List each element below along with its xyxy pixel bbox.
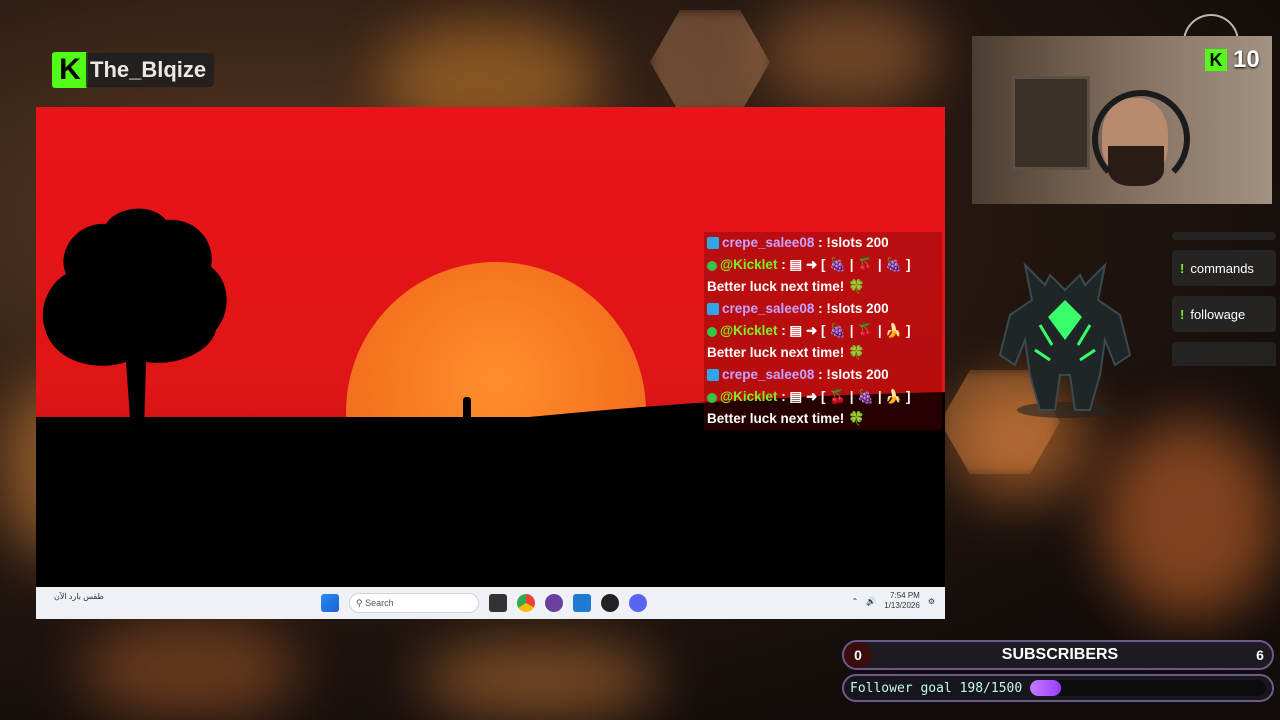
- chat-text: : ▤ ➜ [ 🍇 | 🍒 | 🍇 ]: [777, 257, 911, 272]
- app-icon[interactable]: [545, 594, 563, 612]
- follower-goal-label: Follower goal 198/1500: [850, 680, 1023, 696]
- chat-text: : ▤ ➜ [ 🍇 | 🍒 | 🍌 ]: [777, 323, 911, 338]
- search-icon: ⚲: [356, 597, 366, 608]
- headset-icon: [1092, 90, 1190, 188]
- clock-time: 7:54 PM: [890, 591, 920, 600]
- follower-goal-fill: [1030, 680, 1062, 696]
- room-window: [1012, 76, 1090, 170]
- chat-username: crepe_salee08: [722, 301, 815, 316]
- chat-username: crepe_salee08: [722, 235, 815, 250]
- chat-message: crepe_salee08 : !slots 200: [704, 232, 942, 254]
- windows-taskbar: طقس بارد الآن ⚲ Search ⌃ 🔊 7:54 PM 1/13/…: [36, 587, 945, 619]
- chat-text: : !slots 200: [814, 235, 889, 250]
- obs-icon[interactable]: [601, 594, 619, 612]
- command-item-partial: [1172, 232, 1276, 240]
- verified-badge-icon: [707, 327, 717, 337]
- chat-username: crepe_salee08: [722, 367, 815, 382]
- subscribers-start: 0: [844, 642, 872, 668]
- command-label: commands: [1190, 260, 1254, 276]
- commands-list: ! commands ! followage: [1172, 232, 1276, 366]
- command-item: ! followage: [1172, 296, 1276, 332]
- channel-label: K The_Blqize: [52, 52, 215, 88]
- chat-message: crepe_salee08 : !slots 200: [704, 364, 942, 386]
- chat-message: @Kicklet : ▤ ➜ [ 🍇 | 🍒 | 🍇 ]: [704, 254, 942, 276]
- taskbar-apps: ⚲ Search: [321, 593, 647, 613]
- command-item: ! commands: [1172, 250, 1276, 286]
- chat-message: crepe_salee08 : !slots 200: [704, 298, 942, 320]
- chat-result: Better luck next time! 🍀: [704, 276, 942, 298]
- sub-badge-icon: [707, 237, 719, 249]
- weather-widget[interactable]: طقس بارد الآن: [54, 592, 104, 602]
- chat-text: : !slots 200: [814, 367, 889, 382]
- verified-badge-icon: [707, 261, 717, 271]
- subscribers-target: 6: [1256, 647, 1264, 663]
- channel-name: The_Blqize: [86, 53, 215, 87]
- volume-icon[interactable]: 🔊: [866, 597, 876, 606]
- clock-date: 1/13/2026: [884, 601, 920, 610]
- follower-goal: Follower goal 198/1500: [842, 674, 1274, 702]
- discord-icon[interactable]: [629, 594, 647, 612]
- screen-capture: crepe_salee08 : !slots 200 @Kicklet : ▤ …: [36, 107, 945, 619]
- kick-logo-icon: K: [52, 52, 88, 88]
- settings-icon[interactable]: ⚙: [928, 597, 935, 606]
- armored-character: [998, 261, 1132, 418]
- viewer-count-number: 10: [1233, 46, 1260, 73]
- chat-overlay: crepe_salee08 : !slots 200 @Kicklet : ▤ …: [704, 232, 942, 430]
- windows-start-icon[interactable]: [321, 594, 339, 612]
- chat-result: Better luck next time! 🍀: [704, 342, 942, 364]
- sub-badge-icon: [707, 369, 719, 381]
- follower-goal-track: [1030, 680, 1266, 696]
- command-item-partial: [1172, 342, 1276, 366]
- system-tray: ⌃ 🔊 7:54 PM 1/13/2026 ⚙: [852, 591, 935, 611]
- verified-badge-icon: [707, 393, 717, 403]
- chrome-icon[interactable]: [517, 594, 535, 612]
- chat-message: @Kicklet : ▤ ➜ [ 🍇 | 🍒 | 🍌 ]: [704, 320, 942, 342]
- chat-username: @Kicklet: [720, 323, 778, 338]
- chat-result: Better luck next time! 🍀: [704, 408, 942, 430]
- command-label: followage: [1190, 306, 1246, 322]
- tray-chevron-icon[interactable]: ⌃: [852, 597, 859, 606]
- subscribers-title: SUBSCRIBERS: [1001, 646, 1119, 663]
- chat-text: : ▤ ➜ [ 🍒 | 🍇 | 🍌 ]: [777, 389, 911, 404]
- kick-logo-icon: K: [1205, 49, 1227, 71]
- chat-username: @Kicklet: [720, 257, 778, 272]
- file-explorer-icon[interactable]: [489, 594, 507, 612]
- subscribers-bar: 0 SUBSCRIBERS 6: [842, 640, 1274, 670]
- sub-badge-icon: [707, 303, 719, 315]
- taskbar-search[interactable]: ⚲ Search: [349, 593, 479, 613]
- search-placeholder: Search: [365, 598, 394, 608]
- ground: [36, 417, 945, 587]
- chat-message: @Kicklet : ▤ ➜ [ 🍒 | 🍇 | 🍌 ]: [704, 386, 942, 408]
- viewer-count: K 10: [1205, 46, 1260, 74]
- clock[interactable]: 7:54 PM 1/13/2026: [884, 591, 920, 611]
- chat-text: : !slots 200: [814, 301, 889, 316]
- store-icon[interactable]: [573, 594, 591, 612]
- chat-username: @Kicklet: [720, 389, 778, 404]
